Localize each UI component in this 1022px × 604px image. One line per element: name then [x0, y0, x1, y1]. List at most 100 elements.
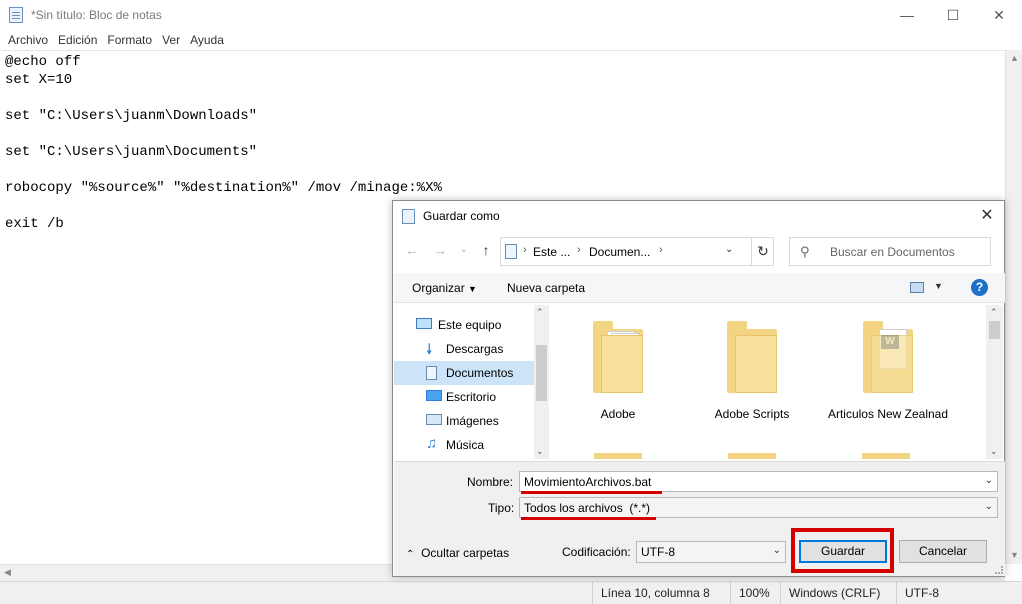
notepad-icon: [9, 7, 23, 23]
folder-icon: [728, 453, 776, 459]
navigation-pane: Este equipo 🠗 Descargas Documentos Escri…: [394, 305, 549, 459]
nav-pane-scrollbar[interactable]: ⌃ ⌄: [534, 305, 549, 459]
music-note-icon: ♫: [426, 435, 438, 452]
refresh-icon[interactable]: ↻: [751, 238, 774, 265]
window-title: *Sin título: Bloc de notas: [31, 8, 162, 22]
dialog-title: Guardar como: [423, 209, 500, 223]
nav-item-este-equipo[interactable]: Este equipo: [394, 313, 534, 337]
resize-grip-icon[interactable]: [995, 566, 1003, 574]
nav-label: Este equipo: [438, 318, 502, 332]
file-name-input[interactable]: MovimientoArchivos.bat ⌄: [519, 471, 998, 492]
back-arrow-icon[interactable]: ←: [403, 242, 421, 260]
view-options-icon[interactable]: [910, 282, 924, 293]
folder-label: Adobe: [600, 407, 636, 421]
folder-icon: [727, 321, 777, 393]
scroll-left-icon[interactable]: ◀: [4, 567, 11, 578]
menu-ayuda[interactable]: Ayuda: [190, 33, 224, 47]
hide-folders-label: Ocultar carpetas: [421, 546, 510, 560]
menu-archivo[interactable]: Archivo: [8, 33, 48, 47]
folder-adobe[interactable]: Adobe: [558, 321, 678, 422]
dialog-toolbar: Organizar ▼ Nueva carpeta ▼ ?: [394, 273, 1005, 303]
nav-label: Descargas: [446, 342, 504, 356]
chevron-down-icon[interactable]: ⌄: [985, 475, 993, 486]
organize-button[interactable]: Organizar ▼: [412, 281, 477, 295]
encoding-value: UTF-8: [641, 545, 675, 559]
help-icon[interactable]: ?: [971, 279, 988, 296]
scroll-up-icon[interactable]: ⌃: [536, 307, 544, 318]
download-arrow-icon: 🠗: [426, 341, 433, 358]
computer-icon: [416, 318, 432, 329]
nav-item-documentos[interactable]: Documentos: [394, 361, 534, 385]
scroll-down-icon[interactable]: ▼: [1009, 550, 1020, 561]
search-box[interactable]: ⚲ Buscar en Documentos: [789, 237, 991, 266]
menu-ver[interactable]: Ver: [162, 33, 180, 47]
chevron-up-icon: ⌃: [406, 549, 415, 560]
file-name-value[interactable]: MovimientoArchivos.bat: [524, 475, 651, 489]
scroll-down-icon[interactable]: ⌄: [990, 446, 998, 457]
scroll-thumb[interactable]: [989, 321, 1000, 339]
up-arrow-icon[interactable]: ↑: [477, 242, 495, 260]
minimize-icon[interactable]: —: [884, 0, 930, 30]
scroll-up-icon[interactable]: ▲: [1009, 53, 1020, 64]
nav-item-musica[interactable]: ♫ Música: [394, 433, 534, 457]
nav-item-imagenes[interactable]: Imágenes: [394, 409, 534, 433]
type-label: Tipo:: [488, 501, 515, 515]
chevron-right-icon[interactable]: ›: [577, 244, 581, 256]
chevron-down-icon: ▼: [468, 284, 477, 294]
encoding-select[interactable]: UTF-8 ⌄: [636, 541, 786, 563]
file-list: Adobe Adobe Scripts W Articulos New Zeal…: [550, 305, 986, 459]
close-icon[interactable]: ✕: [976, 205, 998, 227]
nav-item-descargas[interactable]: 🠗 Descargas: [394, 337, 534, 361]
desktop-icon: [426, 390, 442, 401]
forward-arrow-icon[interactable]: →: [431, 242, 449, 260]
file-type-value: Todos los archivos (*.*): [524, 501, 651, 515]
chevron-right-icon[interactable]: ›: [659, 244, 663, 256]
recent-dropdown-icon[interactable]: ⌄: [455, 244, 473, 262]
nav-label: Documentos: [446, 366, 514, 380]
encoding-label: Codificación:: [562, 545, 631, 559]
file-type-select[interactable]: Todos los archivos (*.*) ⌄: [519, 497, 998, 518]
document-icon: [426, 366, 437, 380]
nav-item-escritorio[interactable]: Escritorio: [394, 385, 534, 409]
menu-formato[interactable]: Formato: [107, 33, 152, 47]
hide-folders-toggle[interactable]: ⌃ Ocultar carpetas: [406, 546, 509, 560]
maximize-icon[interactable]: ☐: [930, 0, 976, 30]
nav-label: Escritorio: [446, 390, 497, 404]
notepad-icon: [402, 209, 415, 224]
nav-label: Imágenes: [446, 414, 499, 428]
address-bar[interactable]: › Este ... › Documen... › ⌄ ↻: [500, 237, 774, 266]
name-highlight-underline: [521, 491, 662, 494]
folder-icon: [862, 453, 910, 459]
status-bar: Línea 10, columna 8 100% Windows (CRLF) …: [0, 581, 1022, 604]
scroll-up-icon[interactable]: ⌃: [990, 307, 998, 318]
folder-with-docs-icon: [593, 321, 643, 393]
dialog-footer: Nombre: MovimientoArchivos.bat ⌄ Tipo: T…: [394, 461, 1005, 576]
chevron-right-icon[interactable]: ›: [523, 244, 527, 256]
save-button[interactable]: Guardar: [799, 540, 887, 563]
breadcrumb-documentos[interactable]: Documen...: [589, 245, 650, 259]
scroll-thumb[interactable]: [536, 345, 547, 401]
new-folder-button[interactable]: Nueva carpeta: [507, 281, 585, 295]
name-label: Nombre:: [467, 475, 514, 489]
folder-label: Articulos New Zealnad: [827, 407, 949, 421]
folder-adobe-scripts[interactable]: Adobe Scripts: [692, 321, 812, 422]
menu-bar: Archivo Edición Formato Ver Ayuda: [0, 30, 1022, 50]
folder-articulos-new-zealnad[interactable]: W Articulos New Zealnad: [826, 321, 950, 422]
close-icon[interactable]: ✕: [976, 0, 1022, 30]
vertical-scrollbar[interactable]: ▲ ▼: [1005, 50, 1022, 564]
menu-edicion[interactable]: Edición: [58, 33, 97, 47]
status-zoom: 100%: [730, 582, 780, 604]
search-placeholder[interactable]: Buscar en Documentos: [830, 245, 955, 259]
notepad-title-bar: *Sin título: Bloc de notas — ☐ ✕: [0, 0, 1022, 30]
document-icon: [505, 244, 517, 259]
breadcrumb-este-equipo[interactable]: Este ...: [533, 245, 570, 259]
chevron-down-icon[interactable]: ▼: [934, 281, 943, 291]
scroll-down-icon[interactable]: ⌄: [536, 446, 544, 457]
cancel-button[interactable]: Cancelar: [899, 540, 987, 563]
chevron-down-icon[interactable]: ⌄: [773, 545, 781, 556]
folder-label: Adobe Scripts: [714, 407, 790, 421]
chevron-down-icon[interactable]: ⌄: [725, 244, 733, 255]
dialog-title-bar: Guardar como ✕: [393, 201, 1004, 231]
file-list-scrollbar[interactable]: ⌃ ⌄: [986, 305, 1003, 459]
chevron-down-icon[interactable]: ⌄: [985, 501, 993, 512]
